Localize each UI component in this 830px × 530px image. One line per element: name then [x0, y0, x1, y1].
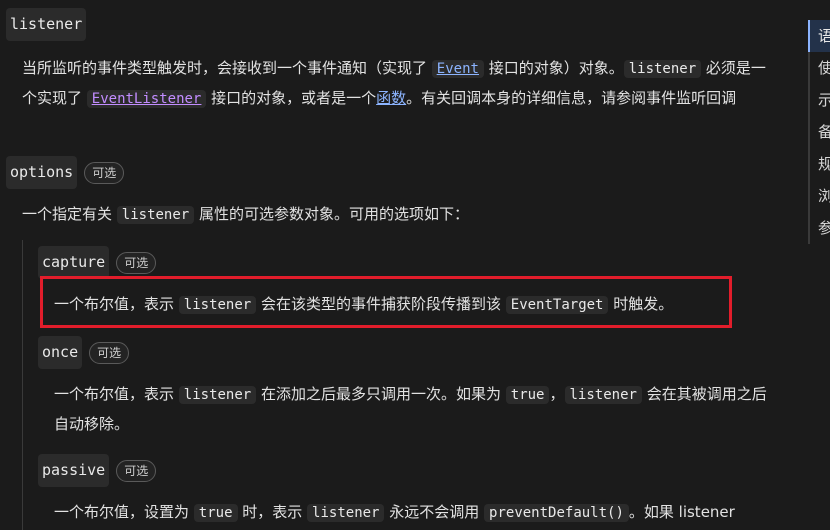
option-once-term: once 可选: [38, 336, 130, 369]
optional-badge: 可选: [116, 251, 157, 274]
listener-code: listener: [623, 60, 702, 78]
text-segment: 一个指定有关: [22, 205, 117, 223]
text-segment: ，: [549, 385, 565, 403]
text-segment: 属性的可选参数对象。可用的选项如下：: [194, 205, 469, 223]
option-passive-name: passive: [38, 454, 110, 487]
optional-badge: 可选: [116, 459, 157, 482]
preventdefault-code: preventDefault(): [484, 504, 629, 522]
text-segment: 接口的对象）对象。: [483, 59, 624, 77]
option-passive-term: passive 可选: [38, 454, 157, 487]
text-segment: 一个布尔值，设置为: [54, 503, 194, 521]
param-listener-term: listener: [6, 8, 87, 41]
param-listener-description: 当所监听的事件类型触发时，会接收到一个事件通知（实现了 Event 接口的对象）…: [22, 54, 772, 114]
option-capture-term: capture 可选: [38, 246, 157, 279]
text-segment: 接口的对象，或者是一个: [206, 89, 377, 107]
toc-item-notes[interactable]: 备: [810, 116, 830, 148]
true-code: true: [505, 386, 550, 404]
option-once-description: 一个布尔值，表示 listener 在添加之后最多只调用一次。如果为 true，…: [54, 380, 774, 439]
text-segment: 永远不会调用: [384, 503, 485, 521]
table-of-contents: 语 使 示 备 规 浏 参: [808, 20, 830, 244]
listener-code: listener: [307, 504, 385, 522]
param-options-term: options 可选: [6, 156, 125, 189]
highlight-box: [40, 276, 732, 328]
toc-item-specifications[interactable]: 规: [810, 148, 830, 180]
listener-code: listener: [564, 386, 642, 404]
true-code: true: [193, 504, 238, 522]
text-segment: 一个布尔值，表示: [54, 385, 179, 403]
param-options-description: 一个指定有关 listener 属性的可选参数对象。可用的选项如下：: [22, 200, 782, 230]
param-options-name: options: [6, 156, 78, 189]
toc-item-usage[interactable]: 使: [810, 52, 830, 84]
option-once-name: once: [38, 336, 83, 369]
toc-item-syntax[interactable]: 语: [808, 20, 830, 52]
toc-item-browser-compat[interactable]: 浏: [810, 180, 830, 212]
text-segment: 在添加之后最多只调用一次。如果为: [256, 385, 506, 403]
nested-list-indent-line: [22, 240, 23, 530]
function-link[interactable]: 函数: [376, 89, 406, 107]
event-link[interactable]: Event: [431, 59, 484, 78]
toc-item-examples[interactable]: 示: [810, 84, 830, 116]
optional-badge: 可选: [89, 341, 130, 364]
optional-badge: 可选: [84, 161, 125, 184]
listener-code: listener: [178, 386, 257, 404]
text-segment: 。有关回调本身的详细信息，请参阅事件监听回调: [406, 89, 737, 107]
option-passive-description: 一个布尔值，设置为 true 时，表示 listener 永远不会调用 prev…: [54, 498, 814, 528]
toc-item-see-also[interactable]: 参: [810, 212, 830, 244]
eventlistener-link-code[interactable]: EventListener: [86, 90, 207, 108]
event-link-code[interactable]: Event: [431, 60, 484, 78]
text-segment: 时，表示: [237, 503, 308, 521]
text-segment: 。如果 listener: [628, 503, 735, 521]
param-listener-name: listener: [6, 8, 87, 41]
text-segment: 当所监听的事件类型触发时，会接收到一个事件通知（实现了: [22, 59, 432, 77]
option-capture-name: capture: [38, 246, 110, 279]
eventlistener-link[interactable]: EventListener: [86, 89, 207, 108]
listener-code: listener: [116, 206, 195, 224]
